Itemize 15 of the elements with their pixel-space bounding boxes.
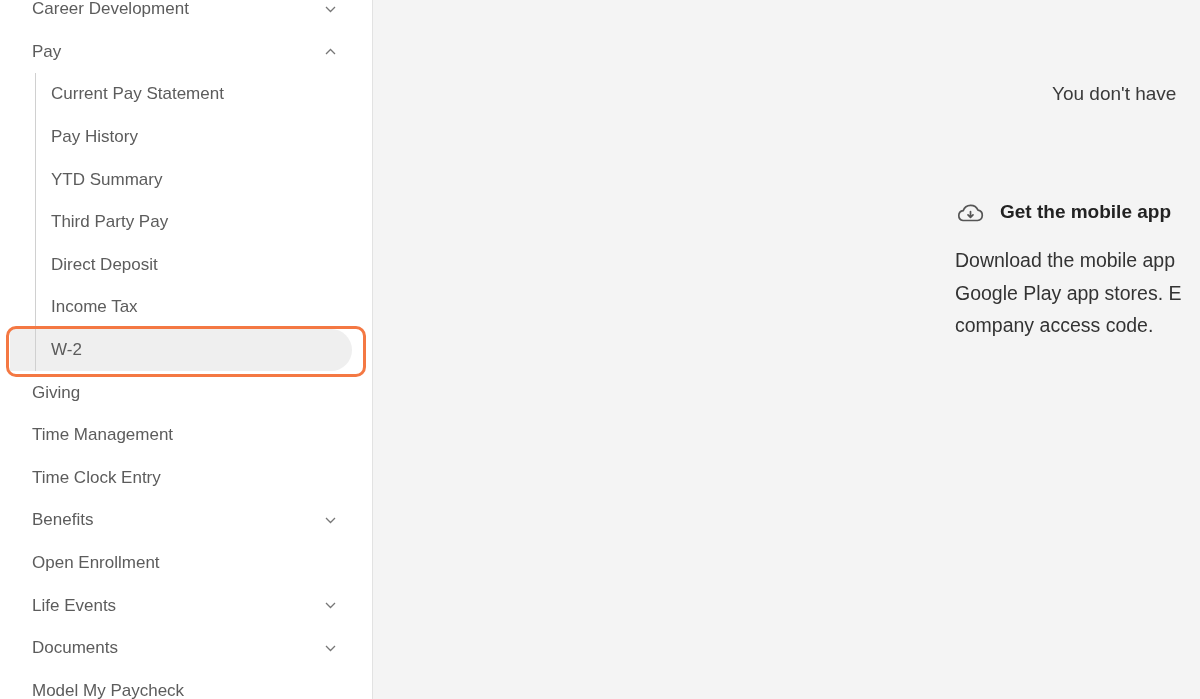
menu-item[interactable]: Career Development — [10, 0, 352, 31]
cloud-download-icon — [955, 202, 985, 222]
menu-item[interactable]: Benefits — [10, 499, 352, 542]
menu-item[interactable]: Documents — [10, 626, 352, 670]
menu-item[interactable]: Open Enrollment — [10, 541, 352, 585]
menu-item[interactable]: Giving — [10, 371, 352, 414]
menu-item[interactable]: Time Clock Entry — [10, 456, 352, 500]
section-title: Get the mobile app — [1000, 200, 1172, 224]
menu-item[interactable]: Time Management — [10, 413, 352, 457]
message-text: You don't have — [1051, 82, 1178, 106]
submenu-item[interactable]: W-2 — [10, 328, 352, 372]
menu-item[interactable]: Model My Paycheck — [10, 669, 352, 699]
description-text: Download the mobile app Google Play app stores. E company access code. — [955, 248, 1183, 338]
menu-item[interactable]: Pay — [10, 30, 352, 74]
menu-item[interactable]: Life Events — [10, 584, 352, 627]
